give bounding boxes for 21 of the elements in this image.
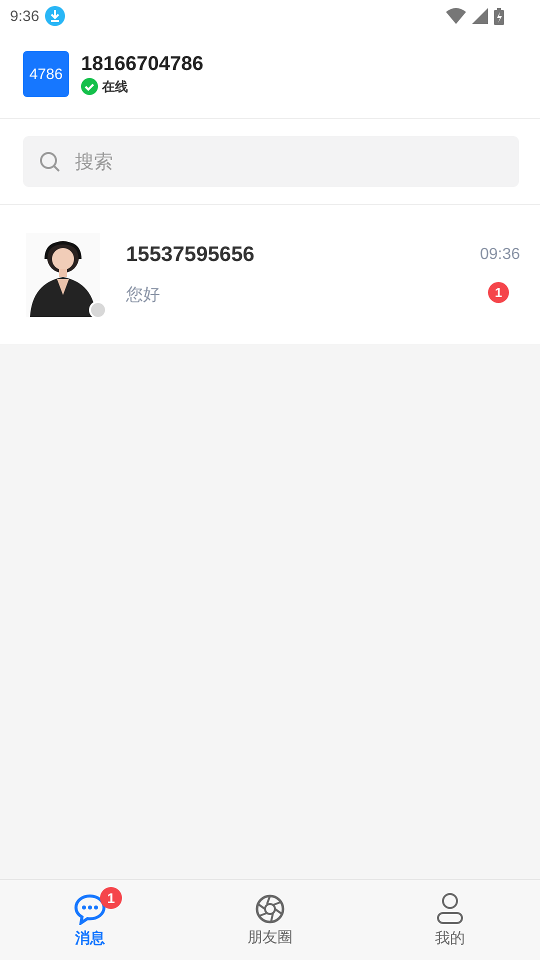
wifi-icon [446,8,466,24]
search-field[interactable]: 搜索 [23,136,519,187]
unread-badge: 1 [488,282,509,303]
message-preview: 您好 [126,284,161,306]
person-icon [436,892,464,924]
online-status: 在线 [102,78,128,96]
tab[interactable]: 我的 [360,880,540,960]
status-time: 9:36 [10,8,40,24]
user-name: 18166704786 [81,52,204,76]
battery-icon [494,8,504,24]
chat-bubble-icon [74,892,106,924]
tab[interactable]: 1 消息 [0,880,180,960]
user-avatar: 4786 [23,51,69,97]
tab[interactable]: 朋友圈 [180,880,360,960]
conversation-item[interactable]: 15537595656 您好 09:36 1 [0,205,540,344]
signal-icon [472,8,488,24]
contact-name: 15537595656 [126,243,256,267]
download-icon [45,6,66,26]
aperture-icon [255,894,285,924]
unread-badge: 1 [100,886,122,908]
message-time: 09:36 [480,246,520,264]
